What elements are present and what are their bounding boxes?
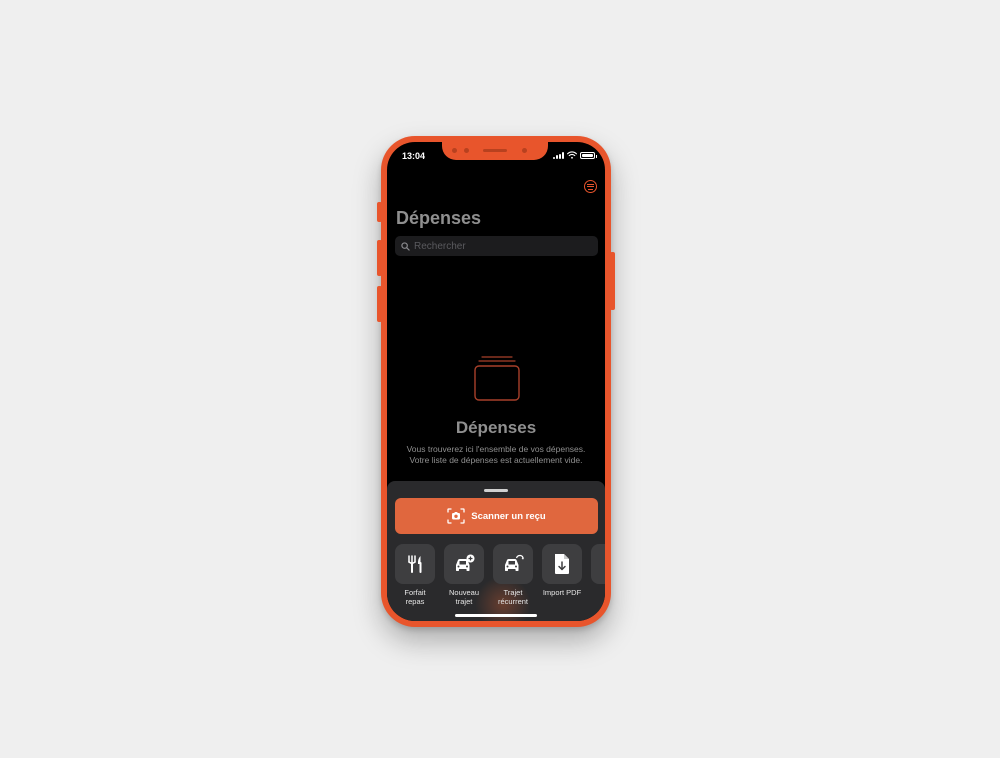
action-more-partial[interactable] bbox=[591, 544, 605, 606]
action-recurring-trip[interactable]: Trajet récurrent bbox=[493, 544, 533, 606]
power-button bbox=[610, 252, 615, 310]
action-label: Forfait repas bbox=[404, 588, 426, 606]
page-title: Dépenses bbox=[396, 208, 482, 228]
action-label: Nouveau trajet bbox=[448, 588, 480, 606]
status-time: 13:04 bbox=[402, 151, 426, 161]
empty-state-description: Vous trouverez ici l'ensemble de vos dép… bbox=[387, 444, 605, 466]
home-indicator bbox=[455, 614, 537, 617]
battery-icon bbox=[580, 151, 597, 159]
search-input[interactable]: Rechercher bbox=[395, 236, 598, 256]
front-camera bbox=[522, 148, 527, 153]
wifi-icon bbox=[567, 151, 577, 159]
sheet-drag-handle[interactable] bbox=[484, 489, 508, 492]
search-placeholder: Rechercher bbox=[414, 240, 466, 252]
car-plus-icon bbox=[456, 554, 475, 571]
car-repeat-icon bbox=[505, 554, 524, 571]
action-tile[interactable] bbox=[395, 544, 435, 584]
action-label: Import PDF bbox=[542, 588, 582, 597]
speaker-grille bbox=[483, 149, 507, 152]
action-tile[interactable] bbox=[493, 544, 533, 584]
search-icon bbox=[401, 241, 410, 251]
action-tile[interactable] bbox=[542, 544, 582, 584]
camera-scan-icon bbox=[447, 508, 465, 524]
app-screen: 13:04 Dépenses Rechercher Dépenses Vous … bbox=[387, 142, 605, 621]
folder-stack-icon bbox=[474, 356, 520, 401]
empty-state-line: Votre liste de dépenses est actuellement… bbox=[409, 455, 583, 465]
action-meal-allowance[interactable]: Forfait repas bbox=[395, 544, 435, 606]
list-circle-icon[interactable] bbox=[584, 180, 597, 193]
notch bbox=[442, 142, 548, 160]
status-icons bbox=[553, 151, 597, 159]
mute-switch bbox=[377, 202, 382, 222]
volume-up-button bbox=[377, 240, 382, 276]
scan-receipt-label: Scanner un reçu bbox=[471, 510, 546, 522]
empty-state-title: Dépenses bbox=[455, 418, 537, 437]
phone-frame: 13:04 Dépenses Rechercher Dépenses Vous … bbox=[377, 136, 615, 627]
sensor-dot bbox=[452, 148, 457, 153]
action-new-trip[interactable]: Nouveau trajet bbox=[444, 544, 484, 606]
empty-state-line: Vous trouverez ici l'ensemble de vos dép… bbox=[406, 444, 586, 454]
bottom-sheet: Scanner un reçu Forfait repas Nouveau tr… bbox=[387, 481, 605, 621]
action-tile[interactable] bbox=[444, 544, 484, 584]
action-label: Trajet récurrent bbox=[497, 588, 528, 606]
quick-actions: Forfait repas Nouveau trajet Trajet récu… bbox=[395, 544, 605, 606]
action-tile[interactable] bbox=[591, 544, 605, 584]
scan-receipt-button[interactable]: Scanner un reçu bbox=[395, 498, 598, 534]
volume-down-button bbox=[377, 286, 382, 322]
sensor-dot bbox=[464, 148, 469, 153]
pdf-download-icon bbox=[555, 554, 569, 574]
fork-knife-icon bbox=[407, 555, 422, 573]
cellular-signal-icon bbox=[553, 151, 564, 159]
action-import-pdf[interactable]: Import PDF bbox=[542, 544, 582, 606]
